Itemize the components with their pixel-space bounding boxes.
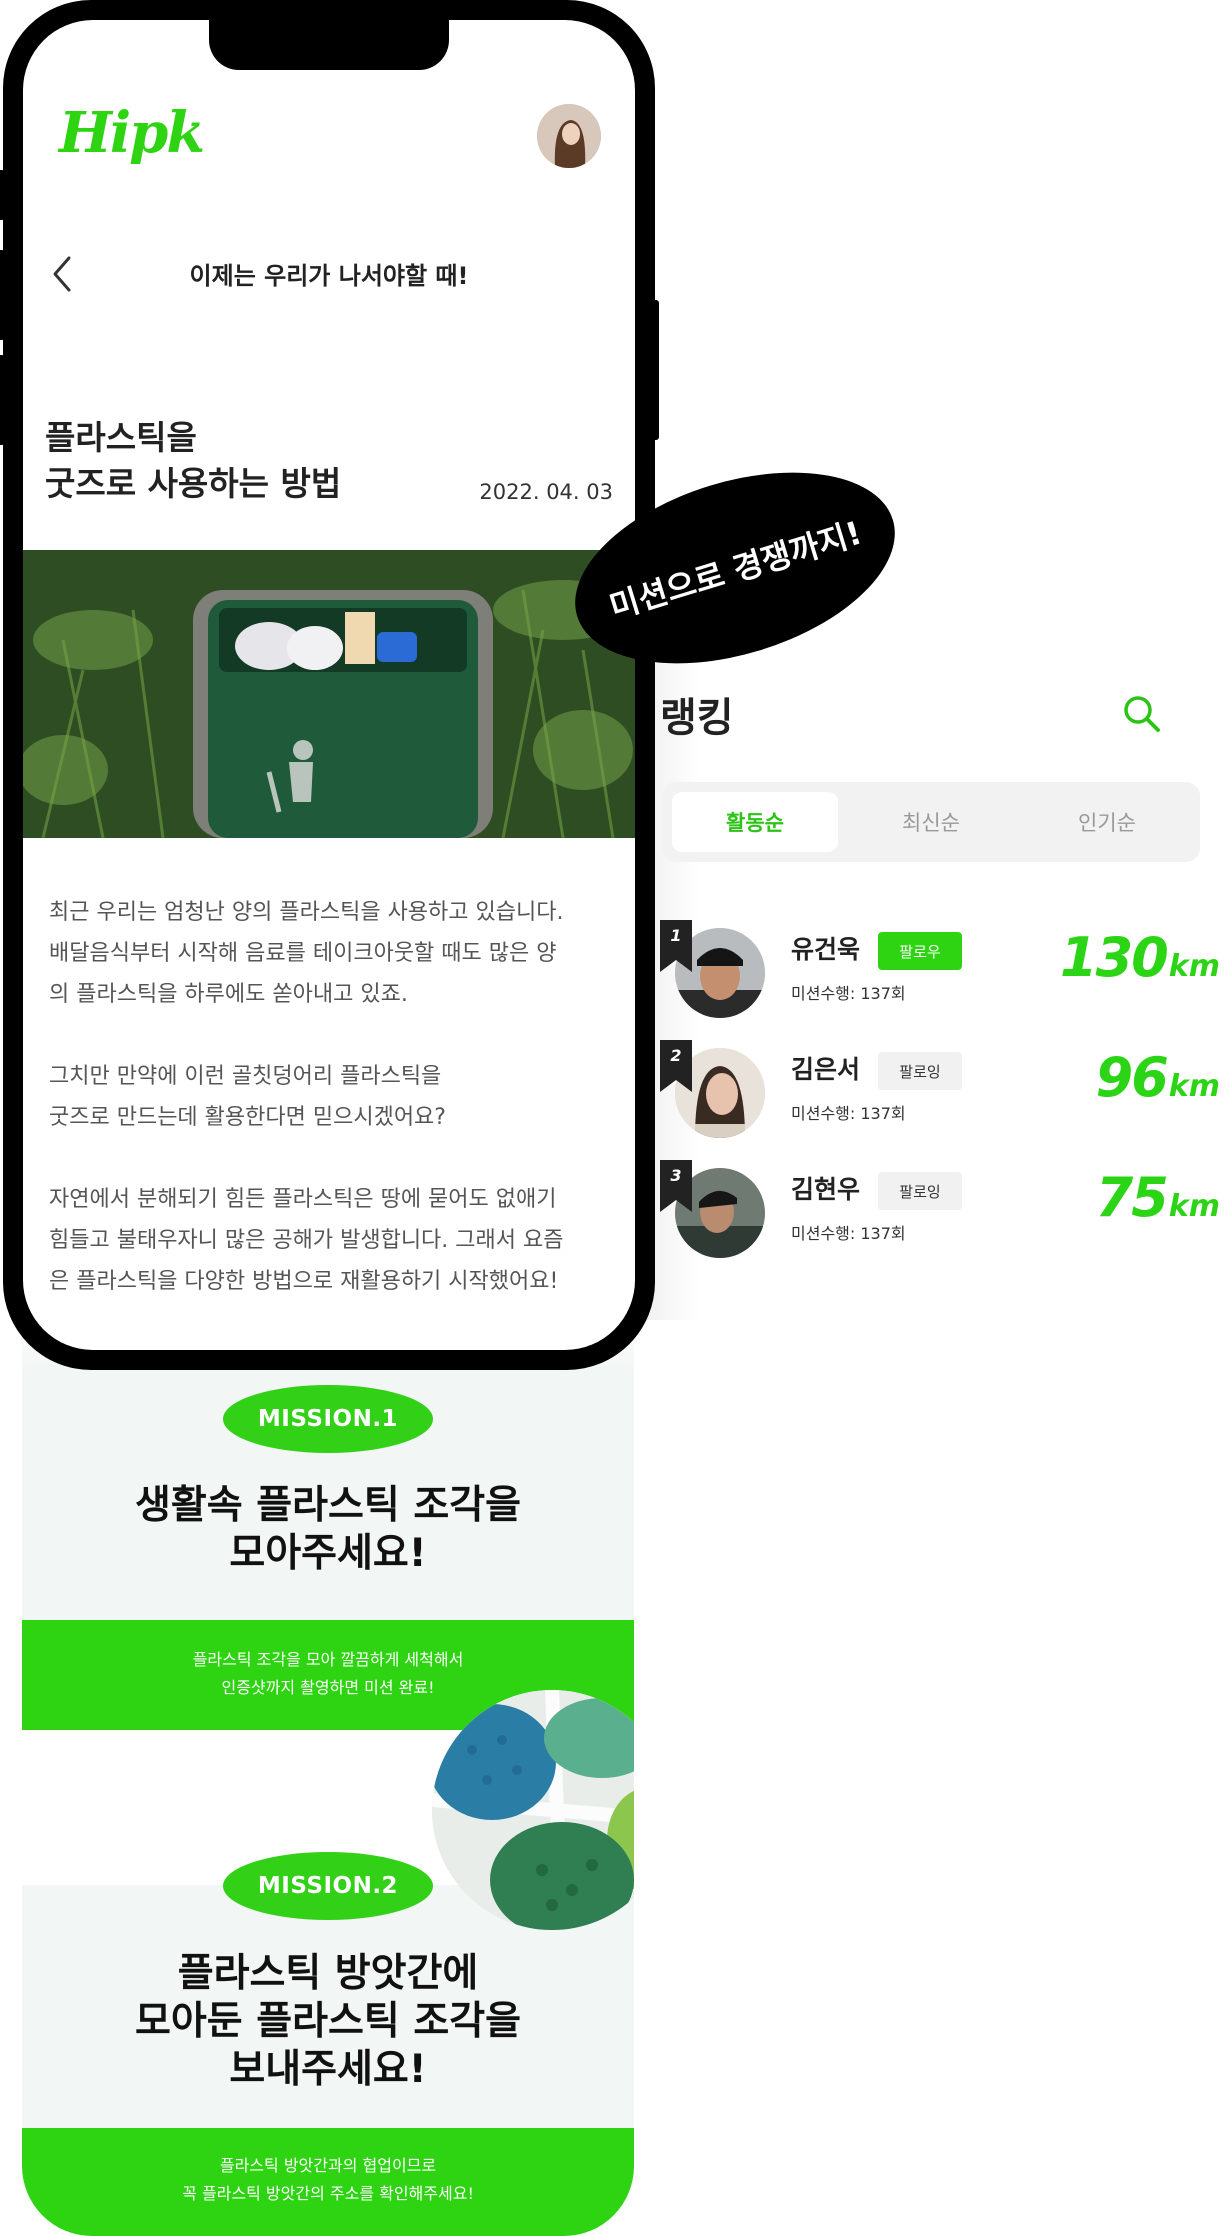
ranking-tabs: 활동순 최신순 인기순 bbox=[662, 782, 1200, 862]
rank-ribbon-icon: 1 bbox=[660, 920, 692, 972]
tab-activity[interactable]: 활동순 bbox=[672, 792, 838, 852]
mission-1-title: 생활속 플라스틱 조각을 모아주세요! bbox=[135, 1483, 521, 1576]
mission-2-title: 플라스틱 방앗간에 모아둔 플라스틱 조각을 보내주세요! bbox=[135, 1951, 521, 2092]
ranking-row[interactable]: 1 유건욱 팔로우 미션수행: 137회 130km bbox=[660, 920, 1220, 1020]
distance: 130km bbox=[1060, 926, 1220, 989]
phone-notch bbox=[209, 20, 449, 70]
following-button[interactable]: 팔로잉 bbox=[878, 1172, 962, 1210]
header-title: 이제는 우리가 나서야할 때! bbox=[189, 262, 469, 290]
side-button bbox=[651, 300, 659, 440]
rank-ribbon-icon: 2 bbox=[660, 1040, 692, 1092]
ranking-card: 랭킹 활동순 최신순 인기순 1 유건욱 팔로우 미션수행: 137회 130k… bbox=[640, 640, 1232, 1320]
article-paragraph: 최근 우리는 엄청난 양의 플라스틱을 사용하고 있습니다. 배달음식부터 시작… bbox=[49, 900, 564, 1007]
tab-popular[interactable]: 인기순 bbox=[1024, 792, 1190, 852]
following-button[interactable]: 팔로잉 bbox=[878, 1052, 962, 1090]
ranking-row[interactable]: 2 김은서 팔로잉 미션수행: 137회 96km bbox=[660, 1040, 1220, 1140]
mission-count: 미션수행: 137회 bbox=[791, 1104, 906, 1123]
phone-frame: Hipk 이제는 우리가 나서야할 때! 플라스틱을 굿즈로 사용하는 방법 2… bbox=[0, 0, 659, 1370]
ranking-title: 랭킹 bbox=[660, 695, 734, 741]
app-logo[interactable]: Hipk bbox=[59, 100, 205, 166]
trash-bin-photo bbox=[23, 550, 635, 838]
follow-button[interactable]: 팔로우 bbox=[878, 932, 962, 970]
side-button bbox=[0, 170, 5, 220]
article-paragraph: 자연에서 분해되기 힘든 플라스틱은 땅에 묻어도 없애기 힘들고 불태우자니 … bbox=[49, 1187, 564, 1294]
ranking-row[interactable]: 3 김현우 팔로잉 미션수행: 137회 75km bbox=[660, 1160, 1220, 1260]
tab-latest[interactable]: 최신순 bbox=[848, 792, 1014, 852]
mission-count: 미션수행: 137회 bbox=[791, 1224, 906, 1243]
mission-count: 미션수행: 137회 bbox=[791, 984, 906, 1003]
article-body: 최근 우리는 엄청난 양의 플라스틱을 사용하고 있습니다. 배달음식부터 시작… bbox=[49, 892, 619, 1343]
distance: 96km bbox=[1095, 1046, 1220, 1109]
side-button bbox=[0, 250, 5, 340]
mission-section: MISSION.1 생활속 플라스틱 조각을 모아주세요! 플라스틱 조각을 모… bbox=[22, 1310, 634, 2236]
side-button bbox=[0, 355, 5, 445]
article-title: 플라스틱을 굿즈로 사용하는 방법 bbox=[45, 418, 342, 503]
mission-2-description: 플라스틱 방앗간과의 협업이므로 꼭 플라스틱 방앗간의 주소를 확인해주세요! bbox=[22, 2128, 634, 2236]
rank-ribbon-icon: 3 bbox=[660, 1160, 692, 1212]
user-name: 김은서 bbox=[791, 1055, 861, 1084]
mission-badge-text: 미션으로 경쟁까지! bbox=[605, 513, 867, 627]
phone-screen: Hipk 이제는 우리가 나서야할 때! 플라스틱을 굿즈로 사용하는 방법 2… bbox=[23, 20, 635, 1350]
distance: 75km bbox=[1095, 1166, 1220, 1229]
profile-avatar[interactable] bbox=[537, 104, 601, 168]
user-name: 유건욱 bbox=[791, 935, 861, 964]
user-name: 김현우 bbox=[791, 1175, 861, 1204]
article-date: 2022. 04. 03 bbox=[479, 480, 613, 504]
article-paragraph: 그치만 만약에 이런 골칫덩어리 플라스틱을 굿즈로 만드는데 활용한다면 믿으… bbox=[49, 1064, 446, 1130]
mission-2-label: MISSION.2 bbox=[223, 1852, 433, 1920]
mission-1-label: MISSION.1 bbox=[223, 1385, 433, 1453]
search-icon[interactable] bbox=[1120, 692, 1164, 736]
